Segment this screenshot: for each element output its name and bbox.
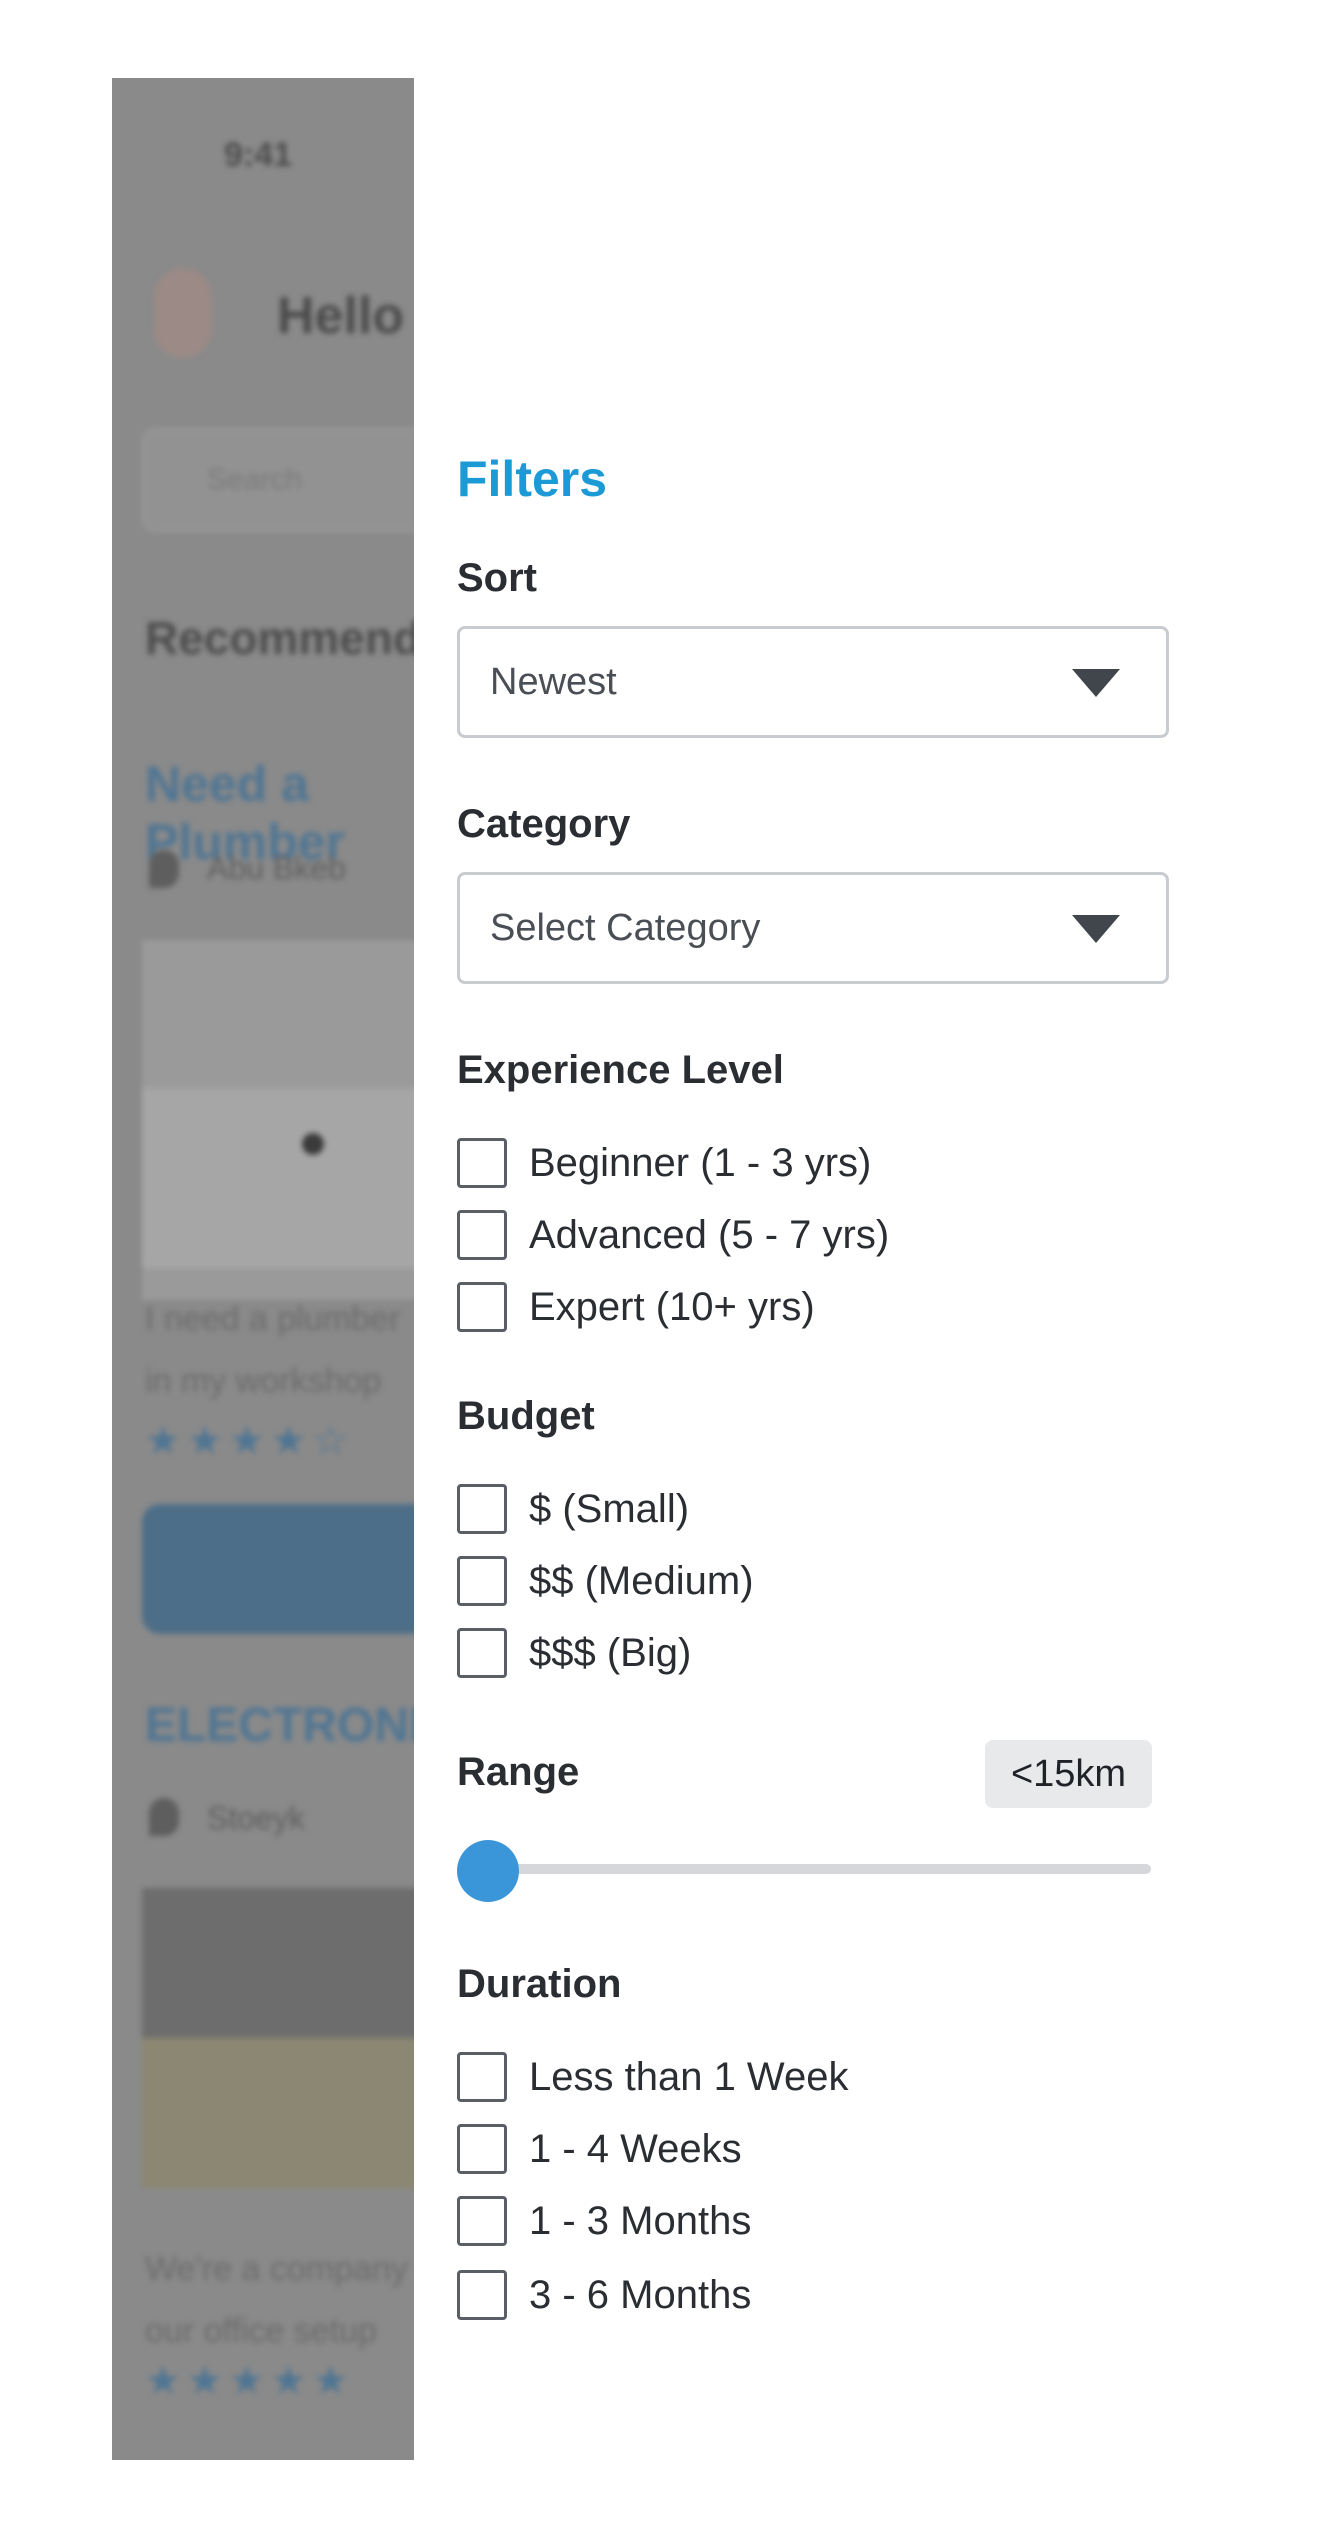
- checkbox[interactable]: [457, 1628, 507, 1678]
- range-value-badge: <15km: [985, 1740, 1152, 1808]
- star-icon: ★★★★★: [145, 2359, 355, 2403]
- option-label: $$ (Medium): [529, 1559, 754, 1603]
- range-label: Range: [457, 1750, 580, 1794]
- sort-dropdown[interactable]: Newest: [457, 626, 1169, 738]
- checkbox[interactable]: [457, 1556, 507, 1606]
- duration-label: Duration: [457, 1962, 622, 2006]
- caret-down-icon: [1072, 915, 1120, 943]
- card-title: ELECTRONICS: [145, 1699, 414, 1752]
- search-placeholder: Search: [207, 463, 303, 496]
- budget-label: Budget: [457, 1394, 595, 1438]
- option-label: $ (Small): [529, 1487, 690, 1531]
- range-slider-track[interactable]: [457, 1864, 1151, 1874]
- option-label: 3 - 6 Months: [529, 2273, 752, 2317]
- card-button: [142, 1504, 414, 1634]
- card-image-detail: [142, 1088, 414, 1268]
- option-label: Advanced (5 - 7 yrs): [529, 1213, 890, 1257]
- checkbox[interactable]: [457, 2124, 507, 2174]
- image-dot: [302, 1133, 324, 1155]
- checkbox[interactable]: [457, 1138, 507, 1188]
- background-app-overlay[interactable]: 9:41 Hello Search Recommended Need a Plu…: [112, 78, 414, 2460]
- range-slider-thumb[interactable]: [457, 1840, 519, 1902]
- status-bar-time: 9:41: [224, 136, 293, 174]
- section-title: Recommended: [145, 612, 414, 664]
- star-icon: ★★★★☆: [145, 1419, 355, 1463]
- card-image-detail: [142, 2038, 414, 2188]
- category-label: Category: [457, 802, 631, 846]
- checkbox[interactable]: [457, 2052, 507, 2102]
- option-label: Expert (10+ yrs): [529, 1285, 815, 1329]
- card-description: I need a plumber in my workshop: [145, 1300, 401, 1400]
- sort-selected-value: Newest: [490, 661, 617, 703]
- checkbox[interactable]: [457, 1282, 507, 1332]
- checkbox[interactable]: [457, 1210, 507, 1260]
- checkbox[interactable]: [457, 2270, 507, 2320]
- category-dropdown[interactable]: Select Category: [457, 872, 1169, 984]
- option-label: Less than 1 Week: [529, 2055, 849, 2099]
- card-author: Abu Bkeb: [207, 850, 346, 886]
- background-app-content: 9:41 Hello Search Recommended Need a Plu…: [112, 78, 414, 2460]
- filters-title: Filters: [457, 451, 608, 507]
- location-pin-icon: [149, 1798, 179, 1836]
- sort-label: Sort: [457, 556, 537, 600]
- caret-down-icon: [1072, 669, 1120, 697]
- option-label: Beginner (1 - 3 yrs): [529, 1141, 872, 1185]
- experience-level-label: Experience Level: [457, 1048, 784, 1092]
- filters-panel: Filters Sort Newest Category Select Cate…: [414, 0, 1321, 2542]
- option-label: 1 - 4 Weeks: [529, 2127, 742, 2171]
- card-description: We're a company our office setup: [145, 2250, 408, 2350]
- card-author: Stoeyk: [207, 1800, 305, 1836]
- option-label: $$$ (Big): [529, 1631, 692, 1675]
- greeting-text: Hello: [277, 287, 405, 345]
- location-pin-icon: [149, 850, 179, 888]
- checkbox[interactable]: [457, 1484, 507, 1534]
- category-selected-value: Select Category: [490, 907, 761, 949]
- avatar: [154, 268, 212, 358]
- checkbox[interactable]: [457, 2196, 507, 2246]
- option-label: 1 - 3 Months: [529, 2199, 752, 2243]
